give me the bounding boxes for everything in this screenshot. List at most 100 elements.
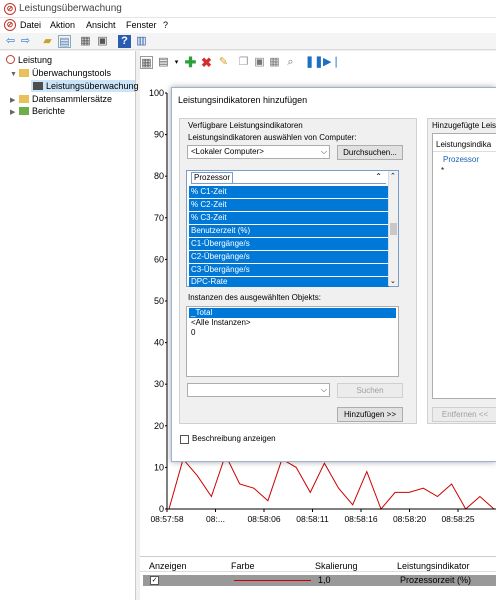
add-counters-dialog: Leistungsindikatoren hinzufügen Verfügba… [171,87,496,462]
scale-value: 1,0 [318,575,331,585]
x-tick-label: 08:58:20 [393,514,426,524]
menu-fenster[interactable]: Fenster [126,20,157,30]
list-item[interactable]: DPC-Rate [189,277,389,287]
y-tick-label: 60 [154,254,164,264]
folder-icon [19,69,29,77]
scroll-down-icon[interactable]: ⌄ [390,277,396,285]
show-description-checkbox[interactable] [180,435,189,444]
computer-value: <Lokaler Computer> [191,147,264,156]
help-icon[interactable]: ? [118,35,131,48]
menu-datei[interactable]: Datei [20,20,41,30]
pause-icon[interactable]: ❚❚ [305,56,323,69]
tree-label-reports: Berichte [32,106,66,116]
search-button[interactable]: Suchen [337,383,403,398]
chevron-down-icon: ⌵ [320,147,327,156]
x-tick-label: 08:58:25 [441,514,474,524]
y-tick-label: 20 [154,421,164,431]
tree-item-monitor[interactable]: Leistungsüberwachung [31,80,139,92]
report-icon [19,107,29,115]
col-header-counter[interactable]: Leistungsindikator [397,561,470,571]
copy-icon[interactable]: ❐ [237,56,250,69]
scroll-up-icon[interactable]: ⌃ [390,172,396,180]
x-tick-label: 08:58:16 [344,514,377,524]
chevron-right-icon[interactable]: ▶ [10,107,19,119]
hist-icon[interactable]: ▤ [157,56,170,69]
list-item[interactable]: C2-Übergänge/s [189,251,389,263]
y-tick-label: 30 [154,379,164,389]
show-checkbox[interactable]: ✓ [150,576,159,585]
menu-help[interactable]: ? [163,20,168,30]
paste-icon[interactable]: ▣ [253,56,266,69]
system-menu-icon[interactable]: ⊘ [4,19,16,31]
series-line-processor [168,453,495,510]
category-header[interactable]: Prozessor ⌃ [191,172,386,184]
list-item[interactable]: C3-Übergänge/s [189,264,389,276]
list-item[interactable]: 0 [189,328,195,338]
forward-icon[interactable]: ⇨ [19,35,32,48]
step-icon[interactable]: ▶❘ [323,56,341,69]
list-item[interactable]: % C2-Zeit [189,199,389,211]
list-item[interactable]: % C3-Zeit [189,212,389,224]
chevron-down-icon[interactable]: ▾ [170,56,183,69]
main-toolbar: ⇦ ⇨ ▰ ▤ ▦ ▣ ? ▥ [0,33,496,50]
remove-button[interactable]: Entfernen << [432,407,496,422]
chevron-down-icon[interactable]: ▼ [10,69,19,81]
y-tick-label: 0 [159,504,164,514]
list-item[interactable]: C1-Übergänge/s [189,238,389,250]
view-chart-icon[interactable]: ▦ [140,56,153,69]
added-subitem[interactable]: * [441,166,444,175]
group-title: Verfügbare Leistungsindikatoren [186,121,305,130]
tree-label-collectors: Datensammlersätze [32,94,113,104]
title-bar: ⊘ Leistungsüberwachung [0,0,496,18]
menu-bar: ⊘ Datei Aktion Ansicht Fenster ? [0,18,496,33]
added-counters-list[interactable]: Leistungsindika Prozessor * [432,133,496,399]
instance-list[interactable]: _Total <Alle Instanzen> 0 [186,306,399,377]
tree-item-collectors[interactable]: ▶ Datensammlersätze [10,93,112,105]
menu-ansicht[interactable]: Ansicht [86,20,116,30]
collapse-icon[interactable]: ⌃ [375,172,382,181]
up-folder-icon[interactable]: ▰ [41,35,54,48]
add-counter-icon[interactable]: ✚ [184,55,197,69]
properties-icon[interactable]: ▦ [268,56,281,69]
col-header-show[interactable]: Anzeigen [149,561,187,571]
show-tree-icon[interactable]: ▤ [58,35,71,48]
tree-label-tools: Überwachungstools [32,68,112,78]
available-counters-group: Verfügbare Leistungsindikatoren Leistung… [179,118,417,424]
delete-counter-icon[interactable]: ✖ [200,56,213,69]
back-icon[interactable]: ⇦ [4,35,17,48]
counter-list-scrollbar[interactable]: ⌃ ⌄ [388,171,398,286]
highlight-icon[interactable]: ✎ [217,56,230,69]
console-icon[interactable]: ▥ [135,35,148,48]
computer-select[interactable]: <Lokaler Computer> ⌵ [187,145,330,159]
tree-item-leistung[interactable]: Leistung [6,54,52,66]
list-item[interactable]: % C1-Zeit [189,186,389,198]
zoom-icon[interactable]: ⌕ [284,56,297,69]
added-counters-group: Hinzugefügte Leistu Leistungsindika Proz… [427,118,496,424]
y-tick-label: 10 [154,462,164,472]
tree-label-monitor: Leistungsüberwachung [46,81,139,91]
added-item[interactable]: Prozessor [443,155,479,164]
x-tick-label: 08:58:11 [296,514,329,524]
export-icon[interactable]: ▣ [96,35,109,48]
table-row[interactable]: ✓ 1,0 Prozessorzeit (%) [143,575,496,586]
browse-button[interactable]: Durchsuchen... [337,145,403,160]
scroll-thumb[interactable] [390,223,397,235]
search-input[interactable]: ⌵ [187,383,330,397]
tree-item-reports[interactable]: ▶ Berichte [10,105,65,117]
properties-icon[interactable]: ▦ [79,35,92,48]
menu-aktion[interactable]: Aktion [50,20,75,30]
y-tick-label: 40 [154,338,164,348]
counter-table: Anzeigen Farbe Skalierung Leistungsindik… [140,556,496,600]
tree-label-root: Leistung [18,55,53,65]
list-item[interactable]: <Alle Instanzen> [189,318,251,328]
tree-item-tools[interactable]: ▼ Überwachungstools [10,67,111,79]
col-header-color[interactable]: Farbe [231,561,255,571]
col-header-scale[interactable]: Skalierung [315,561,358,571]
list-item[interactable]: Benutzerzeit (%) [189,225,389,237]
list-item[interactable]: _Total [189,308,396,318]
chevron-down-icon: ⌵ [320,385,327,394]
add-button[interactable]: Hinzufügen >> [337,407,403,422]
navigation-tree: Leistung ▼ Überwachungstools Leistungsübe… [0,51,139,600]
counter-list[interactable]: Prozessor ⌃ % C1-Zeit % C2-Zeit % C3-Zei… [186,170,399,287]
x-tick-label: 08:57:58 [150,514,183,524]
